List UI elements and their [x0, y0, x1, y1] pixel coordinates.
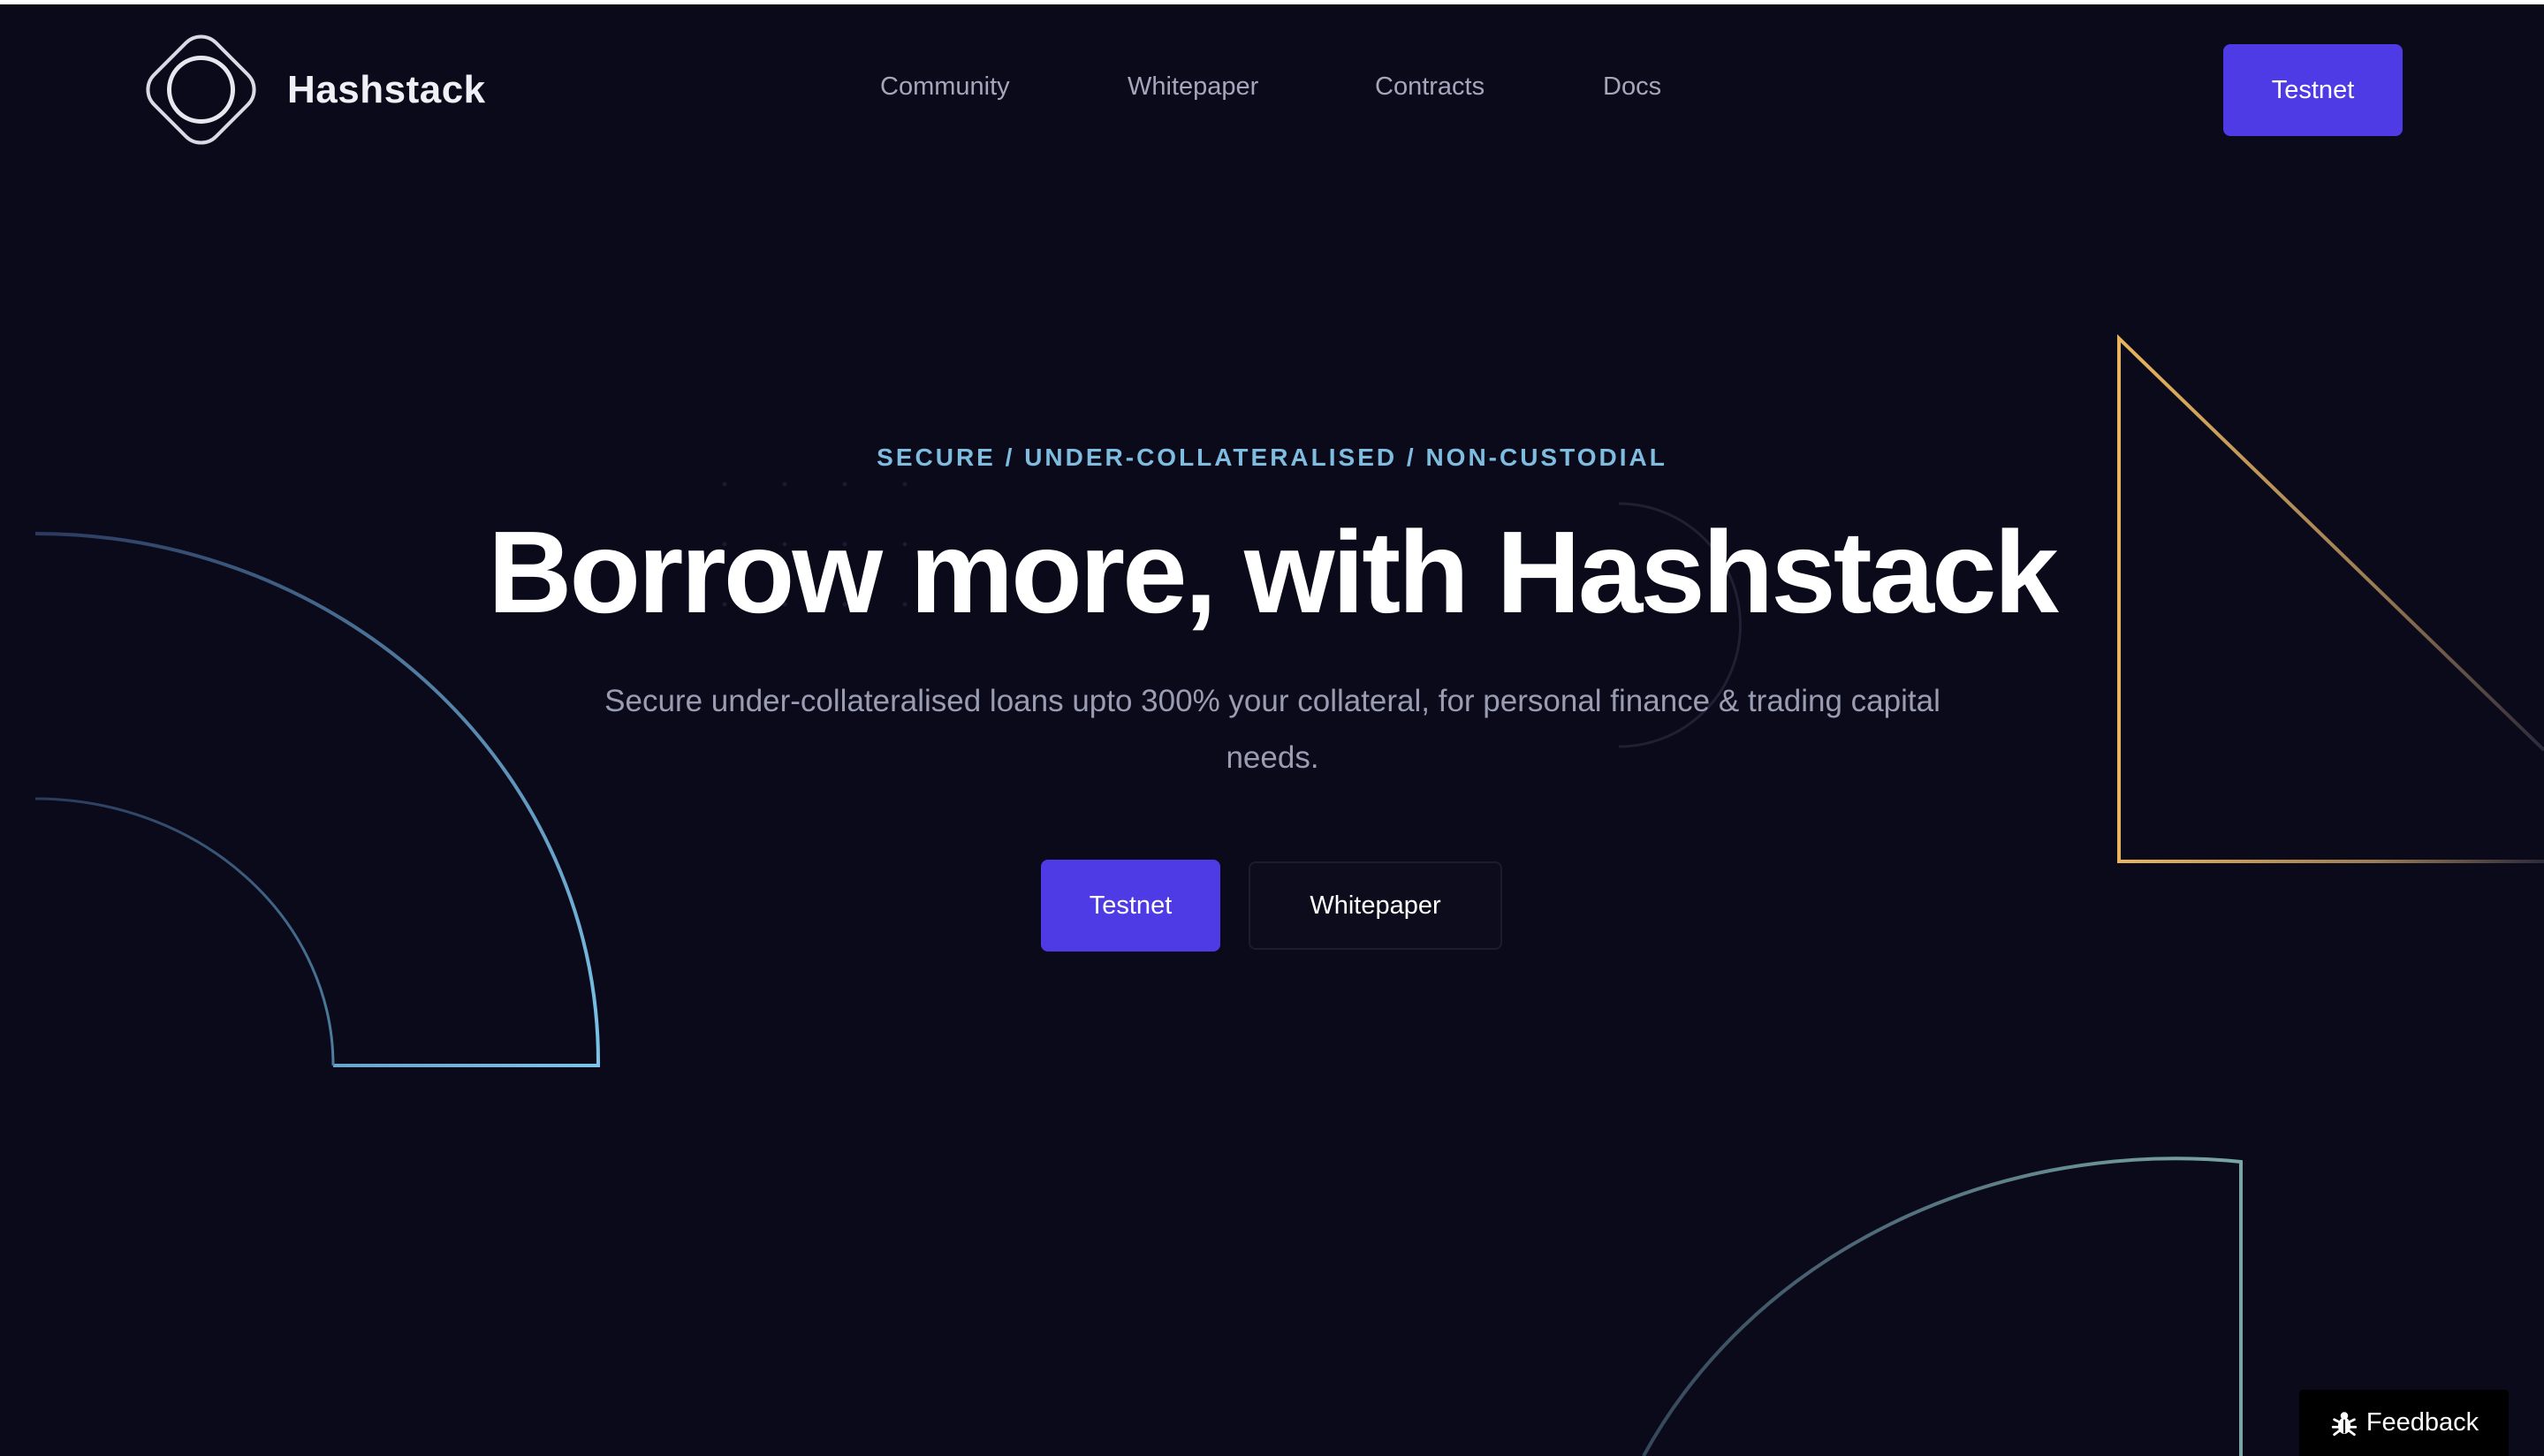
arc-inner-left	[34, 797, 335, 1066]
nav-item-community[interactable]: Community	[880, 72, 1010, 102]
nav-item-docs[interactable]: Docs	[1603, 72, 1661, 102]
header-testnet-button[interactable]: Testnet	[2223, 44, 2403, 136]
hero-testnet-button[interactable]: Testnet	[1041, 860, 1220, 952]
hero-eyebrow: SECURE / UNDER-COLLATERALISED / NON-CUST…	[877, 444, 1667, 471]
main-nav: Community Whitepaper Contracts Docs	[0, 72, 2544, 108]
hero-whitepaper-button[interactable]: Whitepaper	[1249, 861, 1502, 950]
hero-subtext: Secure under-collateralised loans upto 3…	[604, 684, 1940, 775]
bug-icon	[2331, 1411, 2357, 1436]
landing-page: Hashstack Community Whitepaper Contracts…	[0, 0, 2544, 1456]
feedback-button[interactable]: Feedback	[2299, 1390, 2509, 1456]
feedback-label: Feedback	[2366, 1408, 2479, 1437]
hero-headline: Borrow more, with Hashstack	[488, 507, 2059, 637]
arc-bottom-right	[1642, 1156, 2243, 1456]
nav-item-whitepaper[interactable]: Whitepaper	[1128, 72, 1258, 102]
nav-item-contracts[interactable]: Contracts	[1375, 72, 1485, 102]
